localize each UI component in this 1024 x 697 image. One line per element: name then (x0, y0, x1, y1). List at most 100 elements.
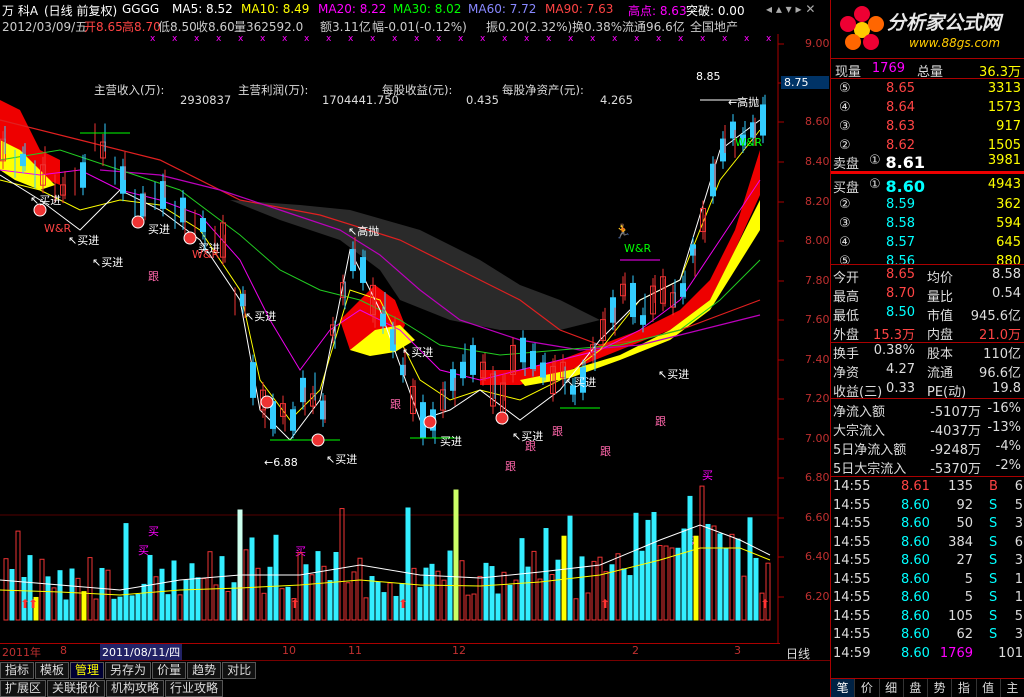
quote-row: ④ 8.57 645 (831, 234, 1024, 252)
quote-tab[interactable]: 盘 (904, 679, 928, 697)
tick-count: 5 (1014, 497, 1023, 513)
quote-text: 14:55 (833, 590, 871, 605)
volume-bar (687, 495, 693, 621)
volume-bar (675, 547, 681, 621)
signal-mark: x (700, 34, 706, 44)
cursor-date: 2011/08/11/四 (100, 644, 183, 660)
tick-volume: 105 (948, 608, 973, 624)
quote-tab[interactable]: 价 (855, 679, 880, 697)
signal-mark: x (436, 34, 442, 44)
tick-side: S (989, 553, 998, 568)
wr-annotation: W&R (735, 136, 762, 149)
quote-text: 14:55 (833, 516, 871, 531)
nav-arrows-icon[interactable]: ◂ ▴ ▾ ▸ ✕ (766, 2, 815, 16)
volume-bar (579, 556, 585, 621)
volume-bar (681, 528, 687, 621)
quote-text: ④ (839, 235, 851, 250)
divider (831, 78, 1024, 79)
quote-text: 14:55 (833, 608, 871, 624)
toolbar-tab[interactable]: 价量 (152, 662, 187, 679)
volume-bar (561, 535, 567, 621)
toolbar-tab[interactable]: 模板 (35, 662, 70, 679)
bar-close: 收8.60 (196, 20, 235, 34)
high-point-value: 高点: 8.63 (628, 4, 687, 18)
tick-price: 8.60 (901, 516, 930, 531)
kline-chart[interactable]: x x x x x x x x x x x x x x x x x x x x x x x x x x x x x↖买进↖买进↖买进买进… (0, 0, 830, 660)
date-label: 11 (348, 644, 362, 657)
volume-bar (159, 568, 165, 621)
tick-side: S (989, 516, 998, 531)
ask-price: 8.64 (886, 100, 915, 115)
volume-bar (9, 568, 15, 621)
bar-low: 低8.50 (158, 20, 197, 34)
volume-bar (129, 595, 135, 621)
wr-annotation: W&R (192, 248, 219, 261)
tick-side: S (989, 608, 998, 624)
volume-bar (651, 511, 657, 621)
toolbar-tab[interactable]: 对比 (222, 662, 257, 679)
toolbar-tab[interactable]: 另存为 (105, 662, 152, 679)
quote-tab[interactable]: 势 (928, 679, 953, 697)
bid-price: 8.59 (886, 197, 915, 212)
extra-tab[interactable]: 行业攻略 (165, 680, 224, 697)
period-tab[interactable]: 日线 (786, 645, 810, 662)
price-tick-label: 8.20 (805, 195, 830, 208)
buy-signal: 买 (148, 525, 159, 538)
toolbar-tab[interactable]: 趋势 (187, 662, 222, 679)
price-tick-label: 8.40 (805, 155, 830, 168)
bar-volume: 量362592.0 (234, 20, 304, 34)
signal-mark: x (150, 34, 156, 44)
volume-bar (747, 517, 753, 621)
price-tick-label: 7.20 (805, 392, 830, 405)
quote-tab[interactable]: 主 (1001, 679, 1024, 697)
volume-bar (69, 568, 75, 621)
stat-value: 110亿 (983, 347, 1021, 362)
toolbar-tab[interactable]: 管理 (70, 662, 105, 679)
quote-tab[interactable]: 值 (977, 679, 1001, 697)
high-price-label: 8.85 (696, 70, 721, 83)
signal-mark: x (744, 34, 750, 44)
quote-tab[interactable]: 笔 (831, 679, 856, 697)
signal-mark: x (304, 34, 310, 44)
buy-annotation: ↖买进 (68, 234, 99, 247)
buy-annotation: ↖买进 (326, 453, 357, 466)
tick-price: 8.60 (901, 571, 930, 587)
volume-bar (183, 579, 189, 621)
volume-bar (189, 563, 195, 621)
bar-sector: 全国地产 (690, 20, 739, 34)
extra-tab[interactable]: 关联报价 (47, 680, 106, 697)
volume-bar (147, 554, 153, 621)
signal-mark: x (326, 34, 332, 44)
extra-tab[interactable]: 扩展区 (0, 680, 47, 697)
quote-text: 内盘 (927, 328, 954, 343)
price-tick-label: 6.60 (805, 511, 830, 524)
buy-ball-icon (311, 433, 325, 447)
quote-text: 市值 (927, 309, 954, 324)
tick-count: 3 (1014, 553, 1023, 568)
signal-mark: x (216, 34, 222, 44)
quote-row: 14:59 8.60 1769 101 (831, 645, 1024, 663)
quote-text: 外盘 (833, 328, 860, 343)
quote-tab[interactable]: 细 (880, 679, 904, 697)
signal-mark: x (590, 34, 596, 44)
toolbar-tab[interactable]: 指标 (0, 662, 35, 679)
quote-row: 净流入额 -5107万 -16% (831, 400, 1024, 420)
price-tick-label: 6.20 (805, 590, 830, 603)
volume-bar (81, 591, 87, 621)
quote-row: 14:55 8.60 50 S 3 (831, 515, 1024, 533)
tick-volume: 5 (964, 590, 973, 605)
quote-tab[interactable]: 指 (952, 679, 977, 697)
signal-mark: x (568, 34, 574, 44)
stat-value: 0.38% (873, 343, 915, 358)
profit-label: 主营利润(万): (238, 83, 309, 97)
signal-mark: x (282, 34, 288, 44)
extra-tab[interactable]: 机构攻略 (106, 680, 165, 697)
follow-annotation: 跟 (655, 415, 666, 428)
stat-value: 21.0万 (979, 328, 1021, 343)
volume-bar (327, 580, 333, 621)
tick-price: 8.61 (901, 479, 930, 494)
volume-bar (645, 519, 651, 621)
ask-volume: 917 (996, 119, 1021, 134)
signal-mark: x (370, 34, 376, 44)
volume-bar (123, 523, 129, 621)
